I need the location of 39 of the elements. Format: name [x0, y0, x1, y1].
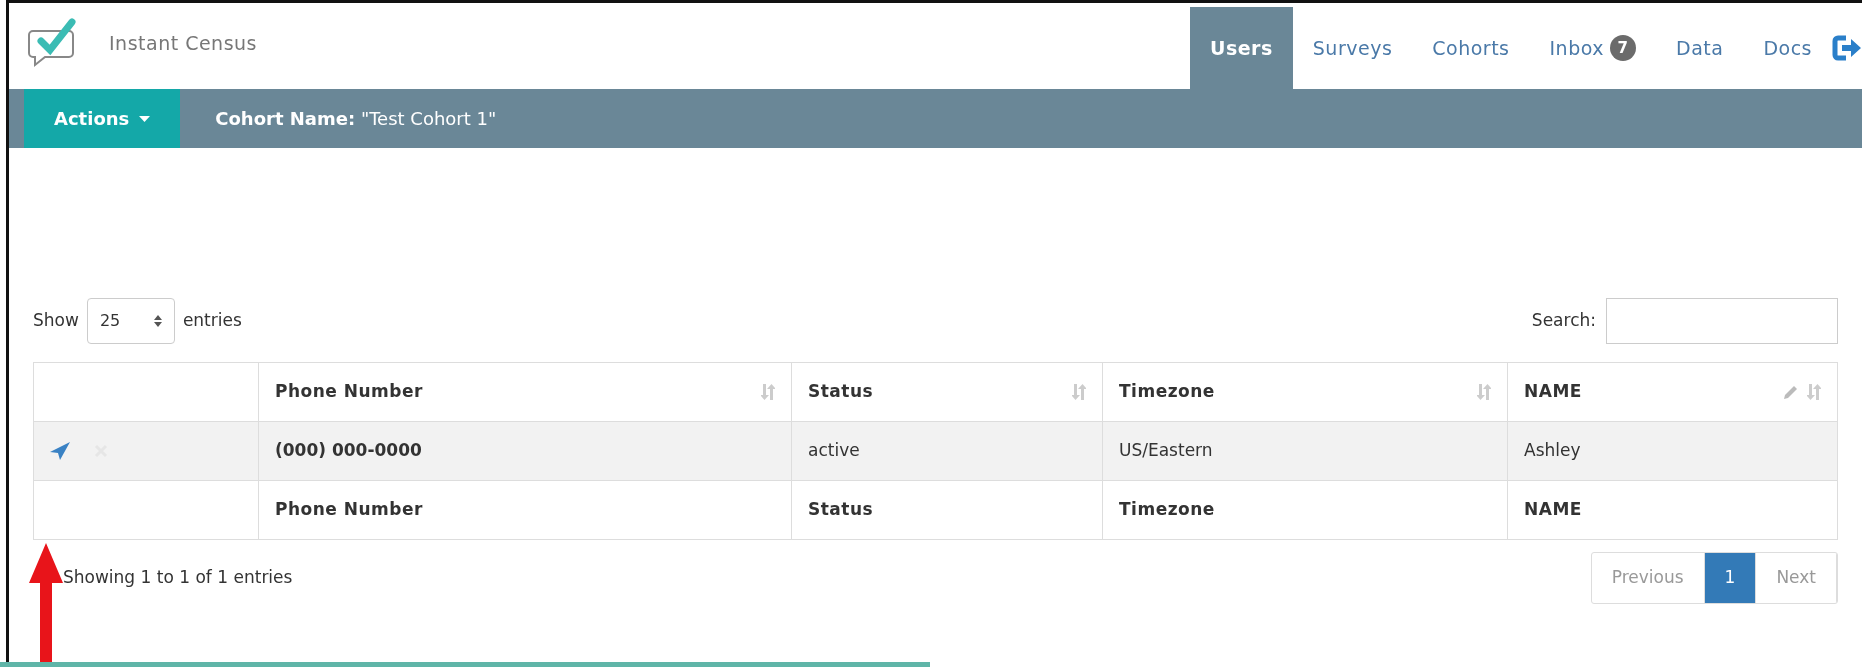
nav-tab[interactable]: Users	[1190, 7, 1293, 89]
actions-button[interactable]: Actions	[24, 89, 181, 148]
entries-label: entries	[182, 309, 242, 333]
entries-select[interactable]: 25	[86, 298, 175, 344]
send-icon[interactable]	[50, 442, 70, 460]
nav-tab[interactable]: Cohorts	[1412, 7, 1530, 89]
column-footer: Phone Number	[275, 499, 423, 520]
column-header: NAME	[1524, 380, 1582, 404]
pencil-icon[interactable]	[1783, 384, 1799, 400]
show-label: Show	[33, 309, 79, 333]
caret-icon	[139, 115, 151, 122]
nav-tab[interactable]: Inbox 7	[1529, 7, 1656, 89]
sort-arrows-icon	[153, 315, 162, 327]
table-cell: active	[808, 440, 860, 461]
count-badge: 7	[1610, 35, 1636, 61]
column-footer: NAME	[1524, 499, 1582, 520]
table-cell: US/Eastern	[1119, 440, 1213, 461]
cohort-name: Cohort Name: "Test Cohort 1"	[215, 107, 497, 131]
nav-tab[interactable]: Surveys	[1292, 7, 1413, 89]
sort-icon[interactable]	[1072, 384, 1086, 400]
table-cell: Ashley	[1524, 440, 1581, 461]
sort-icon[interactable]	[1807, 384, 1821, 400]
page-link[interactable]: Previous	[1591, 553, 1705, 603]
nav-tab[interactable]: Docs	[1743, 7, 1832, 89]
sort-icon[interactable]	[761, 384, 775, 400]
search-field[interactable]	[1606, 298, 1838, 344]
column-footer: Timezone	[1119, 499, 1215, 520]
column-header: Phone Number	[275, 380, 423, 404]
nav-tab[interactable]: Data	[1656, 7, 1744, 89]
search-label: Search:	[1531, 309, 1596, 333]
app-name: Instant Census	[109, 30, 257, 56]
column-header: Status	[808, 380, 874, 404]
column-footer: Status	[808, 499, 874, 520]
page-link[interactable]: Next	[1756, 553, 1837, 603]
table-info: Showing 1 to 1 of 1 entries	[63, 566, 293, 589]
column-header: Timezone	[1119, 380, 1215, 404]
table-cell: (000) 000-0000	[275, 440, 422, 461]
page-link[interactable]: 1	[1704, 553, 1757, 603]
sort-icon[interactable]	[1477, 384, 1491, 400]
